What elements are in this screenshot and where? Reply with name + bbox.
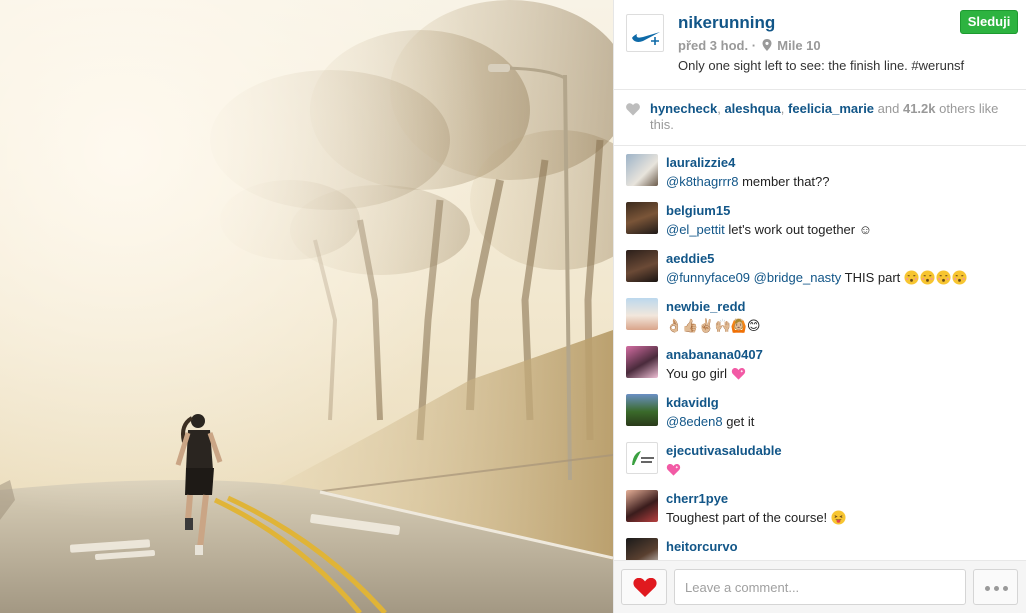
- avatar[interactable]: [626, 250, 658, 282]
- comment-username[interactable]: ejecutivasaludable: [666, 443, 782, 458]
- comment-item: ejecutivasaludable: [614, 435, 1026, 483]
- comment-item: heitorcurvo: [614, 531, 1026, 560]
- comment-body: get it: [722, 414, 755, 429]
- following-button[interactable]: Sleduji: [960, 10, 1018, 34]
- post-photo[interactable]: [0, 0, 613, 613]
- liker-link[interactable]: hynecheck: [650, 101, 717, 116]
- comment-item: lauralizzie4 @k8thagrrr8 member that??: [614, 147, 1026, 195]
- kissing-face-icon: [904, 270, 919, 285]
- avatar[interactable]: [626, 442, 658, 474]
- comment-text: Toughest part of the course!: [666, 510, 847, 525]
- comment-item: kdavidlg @8eden8 get it: [614, 387, 1026, 435]
- runner-fog-road-image: [0, 0, 613, 613]
- meta-separator: ·: [751, 38, 757, 53]
- ellipsis-icon: [985, 586, 990, 591]
- post-detail-panel: nikerunning před 3 hod. · Mile 10 Only o…: [613, 0, 1026, 613]
- ellipsis-icon: [994, 586, 999, 591]
- comment-body: let's work out together ☺: [724, 222, 872, 237]
- mention-link[interactable]: @funnyface09: [666, 270, 750, 285]
- comment-text: You go girl: [666, 366, 747, 381]
- comment-username[interactable]: cherr1pye: [666, 491, 728, 506]
- sparkling-heart-icon: [666, 463, 681, 476]
- kissing-face-icon: [920, 270, 935, 285]
- comment-text: @funnyface09 @bridge_nasty THIS part: [666, 270, 968, 285]
- avatar[interactable]: [626, 346, 658, 378]
- comment-text: @8eden8 get it: [666, 414, 754, 429]
- avatar[interactable]: [626, 154, 658, 186]
- heart-icon: [626, 103, 640, 116]
- comment-text: 👌🏼👍🏼✌🏼🙌🏼🙆🏼😊: [666, 318, 761, 333]
- comment-item: newbie_redd 👌🏼👍🏼✌🏼🙌🏼🙆🏼😊: [614, 291, 1026, 339]
- avatar[interactable]: [626, 394, 658, 426]
- comment-username[interactable]: aeddie5: [666, 251, 714, 266]
- comment-body: member that??: [738, 174, 830, 189]
- kissing-face-icon: [936, 270, 951, 285]
- sparkling-heart-icon: [731, 367, 745, 380]
- comment-item: cherr1pye Toughest part of the course!: [614, 483, 1026, 531]
- avatar[interactable]: [626, 538, 658, 560]
- comment-input[interactable]: [674, 569, 966, 605]
- avatar[interactable]: [626, 202, 658, 234]
- comment-username[interactable]: heitorcurvo: [666, 539, 738, 554]
- mention-link[interactable]: @el_pettit: [666, 222, 725, 237]
- comment-text: @el_pettit let's work out together ☺: [666, 222, 872, 237]
- liker-link[interactable]: feelicia_marie: [788, 101, 874, 116]
- nike-swoosh-icon: [632, 32, 660, 45]
- leaf-logo-icon: [632, 451, 654, 465]
- comment-footer: [614, 560, 1026, 613]
- avatar[interactable]: [626, 490, 658, 522]
- likes-text: hynecheck, aleshqua, feelicia_marie and …: [650, 101, 1015, 133]
- liker-link[interactable]: aleshqua: [724, 101, 780, 116]
- mention-link[interactable]: @k8thagrrr8: [666, 174, 738, 189]
- likes-separator: ,: [780, 101, 789, 116]
- more-options-button[interactable]: [973, 569, 1018, 605]
- comment-username[interactable]: newbie_redd: [666, 299, 745, 314]
- comment-list[interactable]: lauralizzie4 @k8thagrrr8 member that?? b…: [614, 147, 1026, 560]
- like-button[interactable]: [621, 569, 667, 605]
- comment-text: [666, 462, 682, 477]
- likes-count[interactable]: 41.2k: [903, 101, 936, 116]
- comment-item: belgium15 @el_pettit let's work out toge…: [614, 195, 1026, 243]
- comment-body: You go girl: [666, 366, 731, 381]
- comment-username[interactable]: anabanana0407: [666, 347, 763, 362]
- mention-link[interactable]: @8eden8: [666, 414, 723, 429]
- comment-body: Toughest part of the course!: [666, 510, 831, 525]
- post-username[interactable]: nikerunning: [678, 13, 775, 33]
- comment-item: anabanana0407 You go girl: [614, 339, 1026, 387]
- comment-body: THIS part: [841, 270, 904, 285]
- post-caption: Only one sight left to see: the finish l…: [678, 58, 965, 73]
- comment-text: @k8thagrrr8 member that??: [666, 174, 830, 189]
- ellipsis-icon: [1003, 586, 1008, 591]
- location-pin-icon: [762, 39, 772, 51]
- likes-and: and: [874, 101, 903, 116]
- post-location[interactable]: Mile 10: [777, 38, 820, 53]
- kissing-face-icon: [952, 270, 967, 285]
- heart-icon: [633, 578, 657, 597]
- comment-username[interactable]: belgium15: [666, 203, 730, 218]
- likes-summary: hynecheck, aleshqua, feelicia_marie and …: [614, 90, 1026, 146]
- post-meta: před 3 hod. · Mile 10: [678, 38, 821, 53]
- avatar[interactable]: [626, 298, 658, 330]
- post-header: nikerunning před 3 hod. · Mile 10 Only o…: [614, 0, 1026, 90]
- comment-item: aeddie5 @funnyface09 @bridge_nasty THIS …: [614, 243, 1026, 291]
- profile-avatar[interactable]: [626, 14, 664, 52]
- comment-username[interactable]: lauralizzie4: [666, 155, 735, 170]
- post-time[interactable]: před 3 hod.: [678, 38, 748, 53]
- comment-username[interactable]: kdavidlg: [666, 395, 719, 410]
- winking-tongue-face-icon: [831, 510, 846, 525]
- mention-link[interactable]: @bridge_nasty: [754, 270, 842, 285]
